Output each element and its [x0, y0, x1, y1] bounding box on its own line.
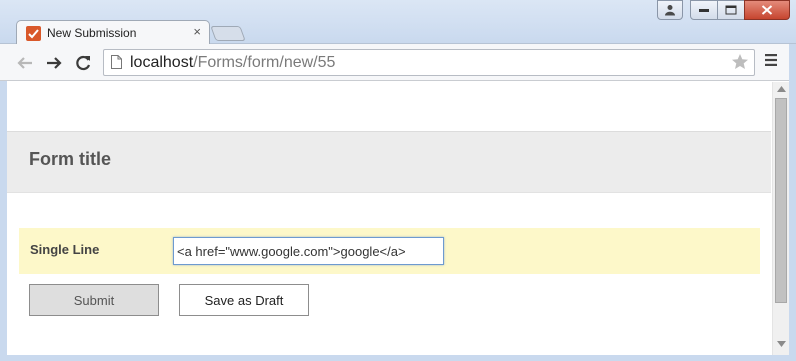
bookmark-star-icon[interactable] — [730, 52, 750, 72]
back-button[interactable] — [14, 52, 36, 74]
save-as-draft-button[interactable]: Save as Draft — [179, 284, 309, 316]
window-frame-right — [789, 44, 796, 361]
single-line-input[interactable] — [173, 237, 444, 265]
reload-button[interactable] — [72, 52, 94, 74]
single-line-field-row: Single Line — [19, 228, 760, 274]
minimize-icon — [699, 9, 709, 12]
window-frame-bottom — [0, 355, 796, 361]
tab-title: New Submission — [47, 26, 137, 40]
restore-button[interactable] — [717, 0, 745, 20]
restore-icon — [725, 5, 737, 15]
back-arrow-icon — [17, 57, 32, 69]
page-icon — [111, 55, 122, 69]
tab-close-icon[interactable]: × — [193, 24, 201, 39]
forward-button[interactable] — [43, 52, 65, 74]
close-icon — [761, 5, 773, 15]
close-window-button[interactable] — [744, 0, 790, 20]
scroll-up-arrow-icon[interactable] — [777, 86, 786, 92]
browser-tab[interactable]: New Submission × — [16, 20, 210, 45]
browser-toolbar: localhost/Forms/form/new/55 — [0, 44, 796, 81]
form-title: Form title — [29, 149, 112, 169]
url-text: localhost/Forms/form/new/55 — [130, 54, 335, 72]
url-host: localhost — [130, 54, 194, 71]
submit-button[interactable]: Submit — [29, 284, 159, 316]
address-bar[interactable]: localhost/Forms/form/new/55 — [103, 49, 755, 76]
scroll-thumb[interactable] — [775, 98, 787, 303]
window-titlebar: New Submission × — [0, 0, 796, 45]
forward-arrow-icon — [47, 57, 62, 69]
vertical-scrollbar[interactable] — [772, 82, 789, 355]
form-header: Form title — [7, 131, 771, 193]
url-path: /Forms/form/new/55 — [193, 54, 336, 71]
scroll-down-arrow-icon[interactable] — [777, 341, 786, 347]
single-line-label: Single Line — [30, 242, 100, 257]
checkmark-favicon-icon — [26, 26, 41, 41]
window-frame-left — [0, 81, 7, 361]
reload-icon — [76, 55, 91, 71]
menu-icon[interactable] — [764, 53, 778, 67]
user-profile-button[interactable] — [657, 0, 683, 20]
page-viewport: Form title Single Line Submit Save as Dr… — [7, 82, 771, 355]
new-tab-button[interactable] — [210, 26, 246, 41]
user-icon — [665, 5, 675, 16]
minimize-button[interactable] — [690, 0, 718, 20]
